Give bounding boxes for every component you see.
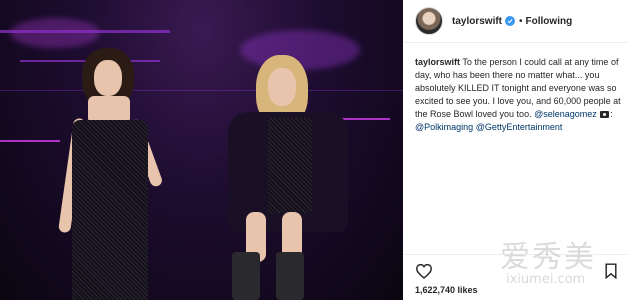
mention-link[interactable]: @Polkimaging — [415, 122, 473, 132]
post-side-panel: taylorswift • Following taylorswift To t… — [403, 0, 628, 300]
separator-dot: • — [519, 15, 523, 27]
performer-left-outfit — [72, 120, 148, 300]
verified-badge-icon — [505, 16, 516, 26]
camera-icon — [600, 111, 610, 118]
caption-username[interactable]: taylorswift — [415, 57, 460, 67]
instagram-post: taylorswift • Following taylorswift To t… — [0, 0, 628, 300]
heart-icon[interactable] — [415, 263, 433, 279]
avatar[interactable] — [415, 7, 443, 35]
performer-right-boot — [276, 252, 304, 300]
stage-truss — [0, 30, 170, 33]
post-caption: taylorswift To the person I could call a… — [415, 57, 621, 132]
bookmark-icon[interactable] — [604, 263, 618, 279]
stage-truss — [0, 140, 60, 142]
following-button[interactable]: Following — [526, 16, 573, 27]
stage-light — [10, 18, 100, 48]
performer-right-face — [268, 68, 296, 106]
likes-count[interactable]: 1,622,740 likes — [415, 285, 478, 295]
performer-left-face — [94, 60, 122, 96]
stage-truss — [0, 90, 403, 91]
performer-right-outfit — [268, 118, 312, 213]
mention-link[interactable]: @GettyEntertainment — [476, 122, 563, 132]
post-actions: 1,622,740 likes — [403, 254, 628, 300]
mention-link[interactable]: @selenagomez — [534, 109, 597, 119]
post-photo[interactable] — [0, 0, 403, 300]
post-header: taylorswift • Following — [403, 0, 628, 43]
username[interactable]: taylorswift — [452, 16, 502, 27]
performer-right-boot — [232, 252, 260, 300]
